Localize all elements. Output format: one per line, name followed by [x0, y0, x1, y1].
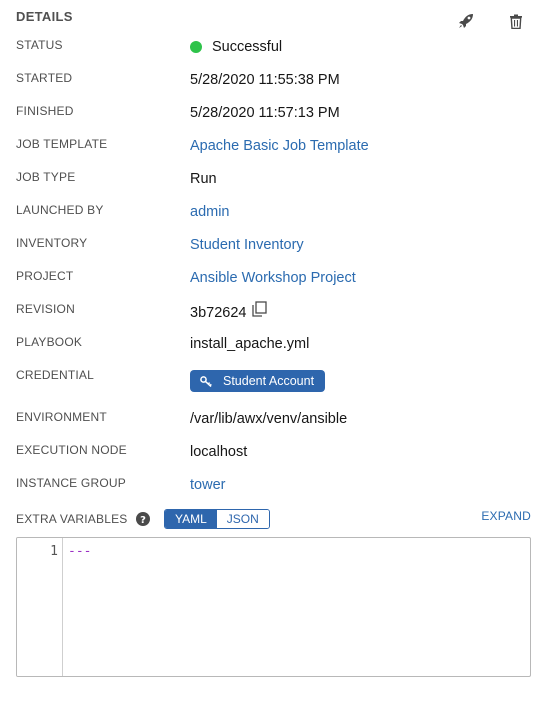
detail-row-credential: CREDENTIAL Student Account [0, 368, 546, 392]
revision-value: 3b72624 [190, 301, 268, 323]
environment-label: ENVIRONMENT [16, 410, 107, 424]
panel-title: DETAILS [16, 9, 73, 24]
copy-icon [252, 301, 268, 317]
playbook-label: PLAYBOOK [16, 335, 83, 349]
environment-value: /var/lib/awx/venv/ansible [190, 411, 348, 427]
status-success-icon [190, 41, 202, 53]
trash-icon [510, 14, 522, 29]
launched-by-label: LAUNCHED BY [16, 203, 104, 217]
launched-by-link[interactable]: admin [190, 204, 230, 220]
detail-row-finished: FINISHED 5/28/2020 11:57:13 PM [0, 104, 546, 128]
yaml-toggle-button[interactable]: YAML [165, 510, 217, 528]
credential-chip[interactable]: Student Account [190, 370, 326, 392]
detail-row-status: STATUS Successful [0, 38, 546, 62]
credential-label: CREDENTIAL [16, 368, 95, 382]
status-value: Successful [190, 39, 282, 55]
key-icon [200, 375, 212, 387]
delete-button[interactable] [505, 10, 527, 32]
detail-row-instance-group: INSTANCE GROUP tower [0, 476, 546, 500]
line-number: 1 [50, 544, 58, 559]
job-template-link[interactable]: Apache Basic Job Template [190, 138, 369, 154]
job-details-panel: DETAILS STATUS Successful STARTED 5/28/2… [0, 0, 546, 714]
status-label: STATUS [16, 38, 63, 52]
detail-row-launched-by: LAUNCHED BY admin [0, 203, 546, 227]
detail-row-revision: REVISION 3b72624 [0, 301, 546, 326]
copy-revision-button[interactable] [251, 301, 268, 321]
expand-button[interactable]: EXPAND [481, 509, 531, 523]
rocket-icon [459, 14, 473, 28]
relaunch-button[interactable] [455, 10, 477, 32]
detail-row-job-template: JOB TEMPLATE Apache Basic Job Template [0, 137, 546, 161]
detail-row-started: STARTED 5/28/2020 11:55:38 PM [0, 71, 546, 95]
revision-text: 3b72624 [190, 305, 247, 321]
help-icon[interactable]: ? [136, 512, 150, 531]
svg-text:?: ? [140, 515, 146, 526]
playbook-value: install_apache.yml [190, 336, 310, 352]
revision-label: REVISION [16, 302, 75, 316]
detail-row-execution-node: EXECUTION NODE localhost [0, 443, 546, 467]
detail-row-inventory: INVENTORY Student Inventory [0, 236, 546, 260]
started-value: 5/28/2020 11:55:38 PM [190, 72, 340, 88]
inventory-label: INVENTORY [16, 236, 88, 250]
detail-row-project: PROJECT Ansible Workshop Project [0, 269, 546, 293]
extra-variables-label: EXTRA VARIABLES [16, 512, 128, 526]
job-type-value: Run [190, 171, 217, 187]
job-template-label: JOB TEMPLATE [16, 137, 108, 151]
syntax-toggle: YAML JSON [164, 509, 270, 529]
started-label: STARTED [16, 71, 73, 85]
execution-node-label: EXECUTION NODE [16, 443, 127, 457]
extra-variables-header: EXTRA VARIABLES ? YAML JSON EXPAND [0, 509, 546, 535]
detail-row-playbook: PLAYBOOK install_apache.yml [0, 335, 546, 359]
detail-row-environment: ENVIRONMENT /var/lib/awx/venv/ansible [0, 410, 546, 434]
instance-group-label: INSTANCE GROUP [16, 476, 126, 490]
instance-group-link[interactable]: tower [190, 477, 225, 493]
execution-node-value: localhost [190, 444, 248, 460]
status-text: Successful [212, 39, 283, 55]
detail-row-job-type: JOB TYPE Run [0, 170, 546, 194]
inventory-link[interactable]: Student Inventory [190, 237, 304, 253]
finished-label: FINISHED [16, 104, 74, 118]
finished-value: 5/28/2020 11:57:13 PM [190, 105, 340, 121]
extra-variables-editor[interactable]: 1 --- [16, 537, 531, 677]
json-toggle-button[interactable]: JSON [216, 510, 269, 528]
project-link[interactable]: Ansible Workshop Project [190, 270, 356, 286]
job-type-label: JOB TYPE [16, 170, 76, 184]
editor-gutter: 1 [17, 538, 63, 676]
code-line: --- [68, 544, 92, 559]
project-label: PROJECT [16, 269, 74, 283]
credential-chip-label: Student Account [223, 374, 315, 388]
